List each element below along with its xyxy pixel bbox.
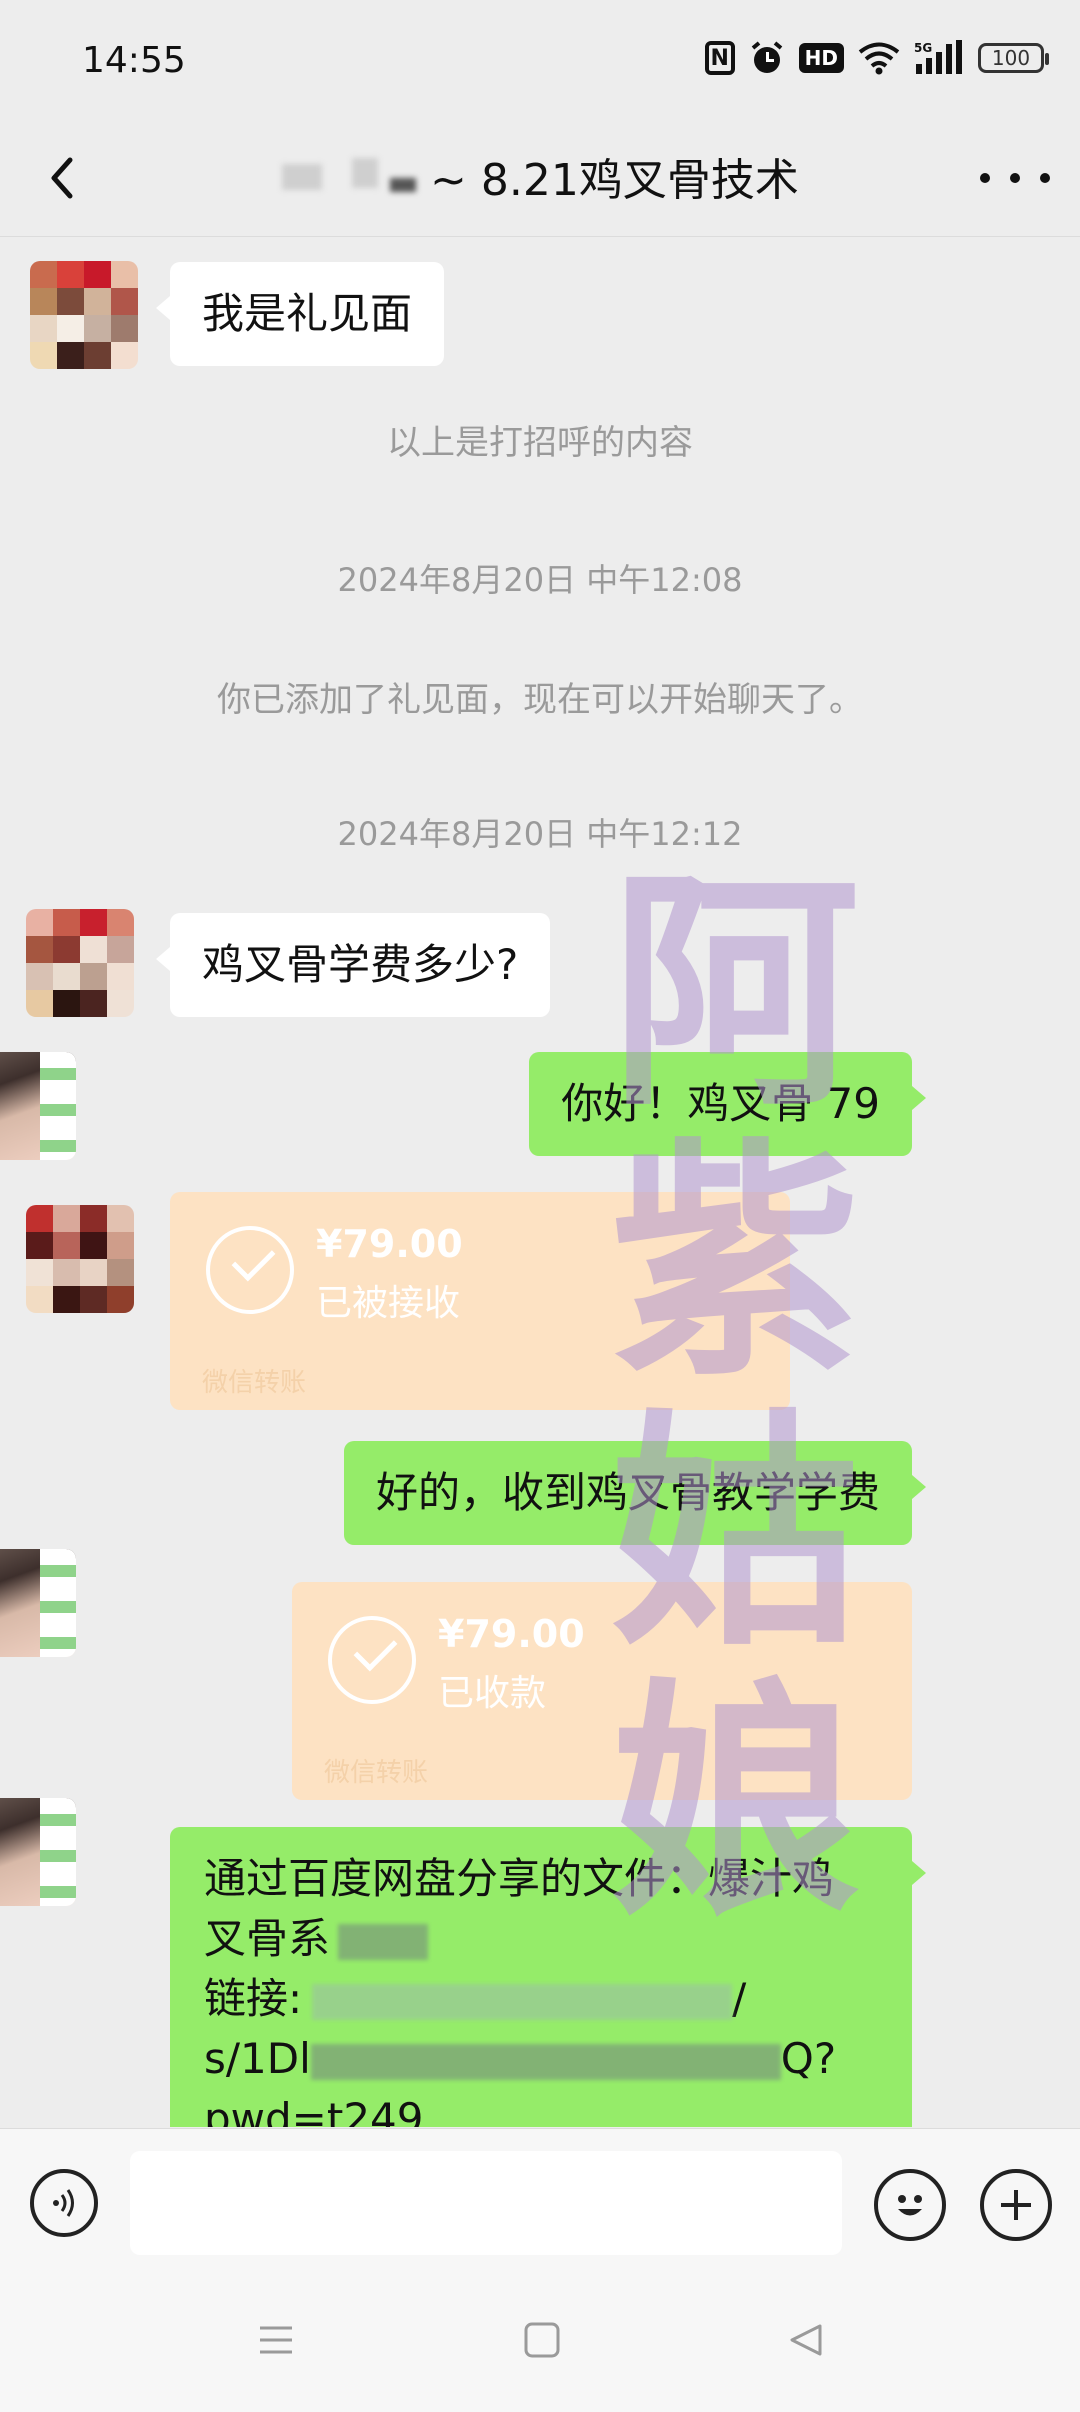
contact-avatar[interactable]	[26, 1205, 134, 1313]
transfer-status: 已被接收	[316, 1283, 461, 1324]
message-text: 好的，收到鸡叉骨教学学费	[375, 1468, 880, 1517]
check-circle-icon	[328, 1616, 416, 1704]
message-text: 鸡叉骨学费多少?	[202, 940, 519, 989]
menu-icon	[260, 2326, 292, 2354]
home-icon	[524, 2322, 560, 2358]
share-line-4-end: Q?	[780, 2034, 837, 2083]
system-notice: 你已添加了礼见面，现在可以开始聊天了。	[217, 680, 863, 720]
back-triangle-icon	[790, 2324, 822, 2356]
transfer-status: 已收款	[438, 1673, 547, 1714]
user-avatar[interactable]	[0, 1549, 76, 1657]
share-line-5: pwd=t249	[204, 2094, 424, 2127]
timestamp: 2024年8月20日 中午12:12	[337, 815, 743, 853]
redacted-link	[312, 1983, 733, 2020]
share-line-3-end: /	[732, 1974, 747, 2023]
plus-button[interactable]	[980, 2169, 1052, 2241]
hd-icon: HD	[798, 43, 844, 73]
user-avatar[interactable]	[0, 1052, 76, 1160]
battery-icon: 100	[978, 43, 1049, 73]
contact-avatar[interactable]	[30, 261, 138, 369]
wifi-icon	[858, 38, 900, 78]
plus-icon	[1001, 2190, 1031, 2220]
transfer-label: 微信转账	[324, 1758, 429, 1788]
chat-messages[interactable]: 我是礼见面 以上是打招呼的内容 2024年8月20日 中午12:08 你已添加了…	[0, 237, 1080, 2127]
status-time: 14:55	[82, 40, 186, 81]
signal-icon: 5G	[914, 38, 964, 78]
input-bar	[0, 2128, 1080, 2279]
share-line-2: 叉骨系	[204, 1914, 331, 1963]
message-bubble-incoming[interactable]: 鸡叉骨学费多少?	[155, 913, 551, 1017]
redacted-contact-name	[280, 156, 430, 196]
status-bar: 14:55 N HD 5G 100	[0, 0, 1080, 120]
voice-icon	[53, 2189, 74, 2217]
nav-back-button[interactable]	[786, 2320, 826, 2360]
share-line-1: 通过百度网盘分享的文件：爆汁鸡	[204, 1854, 835, 1903]
message-input[interactable]	[130, 2151, 842, 2255]
chevron-left-icon	[51, 157, 73, 199]
transfer-amount: ¥79.00	[316, 1222, 463, 1266]
message-bubble-incoming[interactable]: 我是礼见面	[155, 262, 445, 366]
message-bubble-outgoing[interactable]: 好的，收到鸡叉骨教学学费	[343, 1441, 927, 1545]
contact-avatar[interactable]	[26, 909, 134, 1017]
check-circle-icon	[206, 1226, 294, 1314]
more-dots-icon	[980, 173, 990, 183]
transfer-card-incoming[interactable]: ¥79.00 已被接收 微信转账	[170, 1192, 790, 1410]
transfer-card-outgoing[interactable]: ¥79.00 已收款 微信转账	[292, 1582, 912, 1800]
status-icons: N HD 5G 100	[704, 38, 1049, 78]
nav-home-button[interactable]	[522, 2320, 562, 2360]
share-line-3: 链接:	[204, 1974, 303, 2023]
nfc-icon: N	[704, 41, 735, 75]
chat-title: ~ 8.21鸡叉骨技术	[430, 155, 799, 206]
message-text: 我是礼见面	[202, 289, 413, 338]
redacted-link	[310, 2043, 781, 2080]
message-bubble-outgoing-link[interactable]: 通过百度网盘分享的文件：爆汁鸡 叉骨系 链接: / s/1Dl Q? pwd=t24…	[170, 1827, 926, 2127]
network-type-label: 5G	[914, 41, 932, 55]
nav-menu-button[interactable]	[256, 2320, 296, 2360]
transfer-label: 微信转账	[202, 1368, 307, 1398]
transfer-amount: ¥79.00	[438, 1612, 585, 1656]
chat-header: ~ 8.21鸡叉骨技术	[0, 120, 1080, 237]
chat-title-area: ~ 8.21鸡叉骨技术	[280, 144, 799, 208]
user-avatar[interactable]	[0, 1798, 76, 1906]
voice-button[interactable]	[30, 2169, 98, 2237]
system-notice: 以上是打招呼的内容	[387, 423, 693, 463]
share-line-4-start: s/1Dl	[204, 2034, 311, 2083]
alarm-icon	[749, 38, 785, 78]
emoji-button[interactable]	[874, 2169, 946, 2241]
redacted-text	[338, 1923, 429, 1960]
message-text: 你好！鸡叉骨 79	[561, 1079, 880, 1128]
back-button[interactable]	[36, 148, 96, 208]
emoji-icon	[898, 2195, 922, 2216]
message-bubble-outgoing[interactable]: 你好！鸡叉骨 79	[529, 1052, 926, 1156]
more-button[interactable]	[980, 150, 1050, 206]
timestamp: 2024年8月20日 中午12:08	[337, 561, 743, 599]
system-nav-bar	[0, 2278, 1080, 2412]
